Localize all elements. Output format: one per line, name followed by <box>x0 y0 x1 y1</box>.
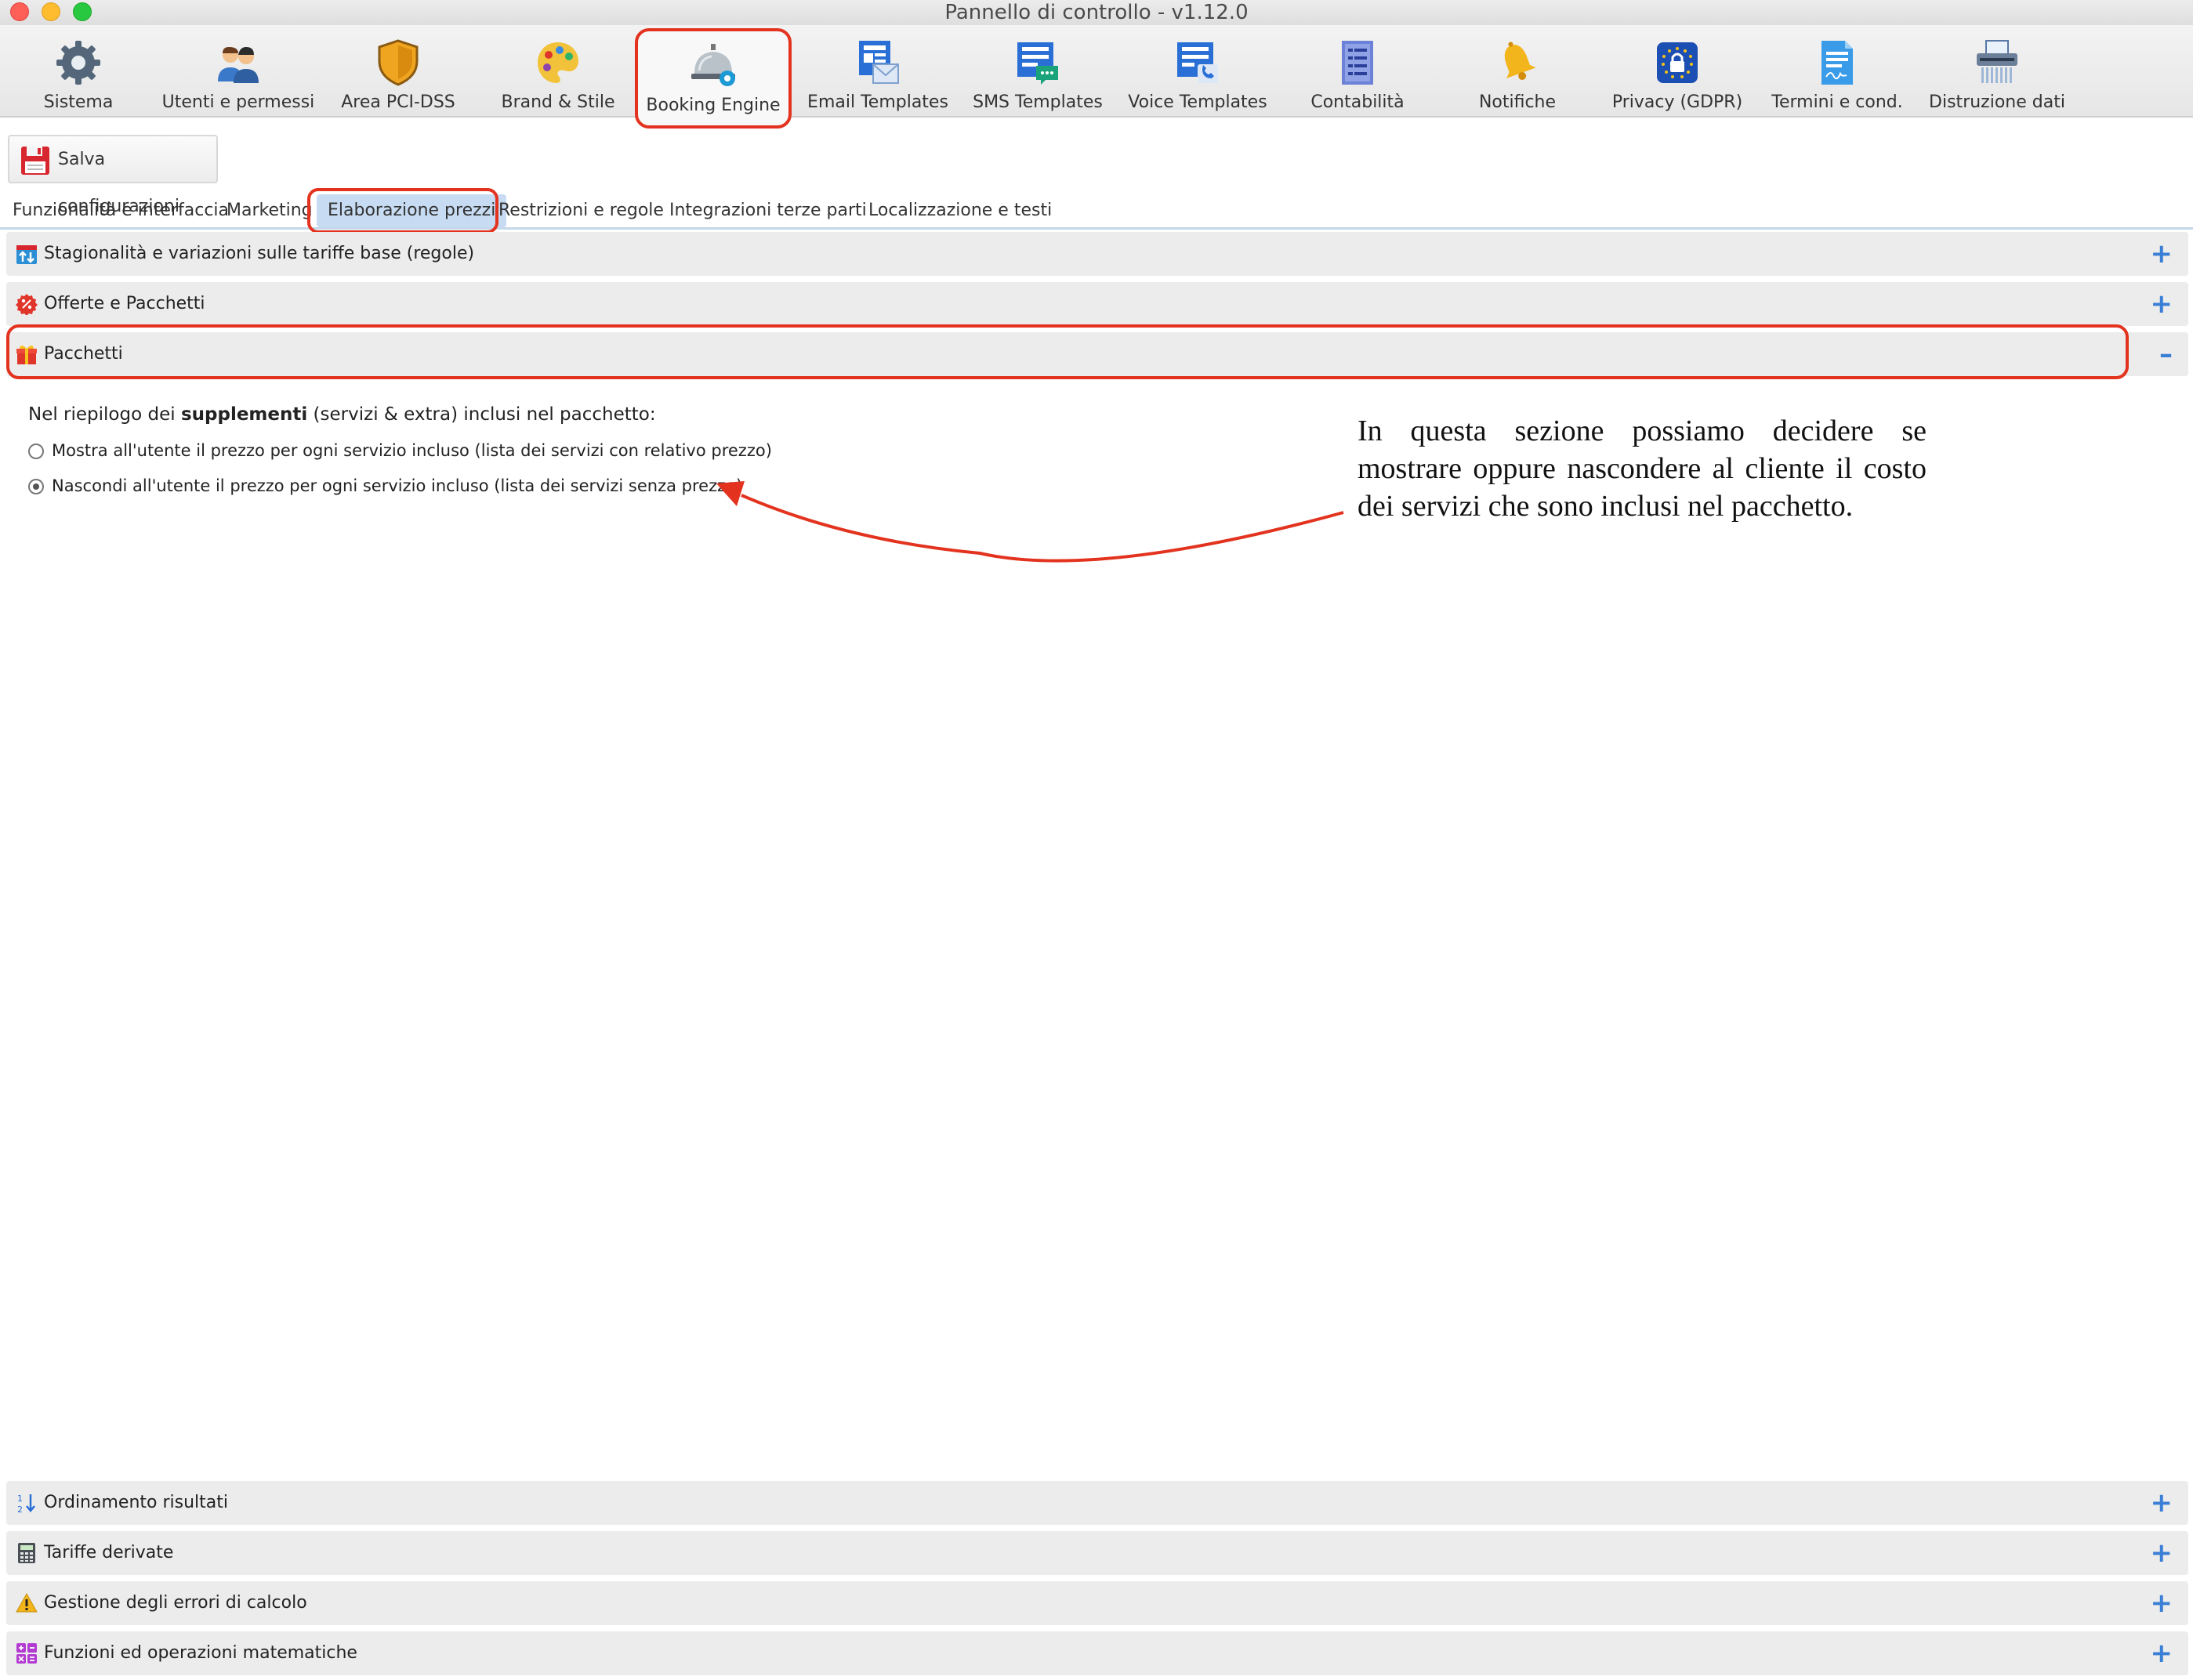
toolbar-item-sistema[interactable]: Sistema <box>0 31 157 113</box>
section-title: Tariffe derivate <box>44 1543 174 1562</box>
toolbar-item-label: Area PCI-DSS <box>341 92 455 112</box>
calendar-arrows-icon <box>16 245 37 264</box>
expand-icon[interactable]: + <box>2151 1481 2173 1525</box>
expand-icon[interactable]: + <box>2151 1631 2173 1675</box>
toolbar-item-voice-templates[interactable]: Voice Templates <box>1119 31 1276 113</box>
floppy-disk-icon <box>21 147 49 175</box>
ledger-icon <box>1342 41 1373 85</box>
radio-hide-price[interactable] <box>28 479 44 494</box>
toolbar-item-label: Distruzione dati <box>1929 92 2065 112</box>
expand-icon[interactable]: + <box>2151 282 2173 326</box>
option-hide-price[interactable]: Nascondi all'utente il prezzo per ogni s… <box>28 474 742 498</box>
annotation-note: In questa sezione possiamo decidere se m… <box>1357 415 1927 523</box>
section-tariffe-derivate[interactable]: Tariffe derivate + <box>6 1531 2188 1575</box>
toolbar-item-label: Brand & Stile <box>501 92 615 112</box>
toolbar-item-label: Contabilità <box>1310 92 1405 112</box>
collapse-icon[interactable]: – <box>2159 332 2173 376</box>
shield-icon <box>378 39 419 86</box>
option-label: Nascondi all'utente il prezzo per ogni s… <box>52 476 743 495</box>
reception-bell-icon <box>691 44 735 86</box>
users-icon <box>218 47 259 83</box>
section-title: Ordinamento risultati <box>44 1493 228 1512</box>
toolbar-item-termini[interactable]: Termini e cond. <box>1759 31 1916 113</box>
shredder-icon <box>1977 40 2017 83</box>
section-title: Funzioni ed operazioni matematiche <box>44 1643 357 1663</box>
section-offerte-pacchetti[interactable]: Offerte e Pacchetti + <box>6 282 2188 326</box>
sms-template-icon <box>1017 42 1058 85</box>
tab-localizzazione[interactable]: Localizzazione e testi <box>868 194 1052 227</box>
section-errori-calcolo[interactable]: Gestione degli errori di calcolo + <box>6 1581 2188 1625</box>
radio-show-price[interactable] <box>28 444 44 459</box>
toolbar-item-label: Sistema <box>43 92 114 112</box>
toolbar-item-label: SMS Templates <box>973 92 1103 112</box>
toolbar-item-label: Booking Engine <box>646 96 781 115</box>
toolbar-item-utenti[interactable]: Utenti e permessi <box>160 31 317 113</box>
toolbar-item-label: Voice Templates <box>1128 92 1267 112</box>
window-title: Pannello di controllo - v1.12.0 <box>944 1 1249 24</box>
save-configurations-button[interactable]: Salva configurazioni <box>8 135 218 216</box>
toolbar-item-privacy[interactable]: Privacy (GDPR) <box>1599 31 1756 113</box>
toolbar-item-label: Notifiche <box>1478 92 1557 112</box>
title-bar: Pannello di controllo - v1.12.0 <box>0 0 2193 25</box>
toolbar-item-email-templates[interactable]: Email Templates <box>799 31 956 113</box>
toolbar-item-label: Termini e cond. <box>1771 92 1903 112</box>
expand-icon[interactable]: + <box>2151 1581 2173 1625</box>
tab-funzionalita[interactable]: Funzionalità e interfaccia <box>13 194 229 227</box>
intro-text-end: (servizi & extra) inclusi nel pacchetto: <box>307 404 656 425</box>
math-operations-icon <box>16 1643 37 1664</box>
bell-icon <box>1504 42 1536 80</box>
toolbar-item-booking-engine[interactable]: Booking Engine <box>635 28 792 129</box>
toolbar-item-brand[interactable]: Brand & Stile <box>480 31 636 113</box>
highlight-ring-section <box>6 324 2129 379</box>
supplements-intro: Nel riepilogo dei supplementi (servizi &… <box>28 404 656 425</box>
main-toolbar: Sistema Utenti e permessi Area PCI-DSS B… <box>0 25 2193 129</box>
highlight-ring-tab <box>307 188 498 234</box>
tab-restrizioni[interactable]: Restrizioni e regole <box>498 194 664 227</box>
contract-icon <box>1821 41 1853 85</box>
expand-icon[interactable]: + <box>2151 1531 2173 1575</box>
warning-icon <box>16 1592 38 1613</box>
expand-icon[interactable]: + <box>2151 232 2173 276</box>
palette-icon <box>538 42 578 83</box>
toolbar-item-label: Email Templates <box>807 92 948 112</box>
option-show-price[interactable]: Mostra all'utente il prezzo per ogni ser… <box>28 439 772 462</box>
section-ordinamento[interactable]: 1 2 Ordinamento risultati + <box>6 1481 2188 1525</box>
intro-text: Nel riepilogo dei <box>28 404 181 425</box>
tab-marketing[interactable]: Marketing <box>227 194 313 227</box>
sort-numeric-icon: 1 2 <box>17 1494 35 1514</box>
section-funzioni-matematiche[interactable]: Funzioni ed operazioni matematiche + <box>6 1631 2188 1675</box>
gear-icon <box>56 41 100 85</box>
option-label: Mostra all'utente il prezzo per ogni ser… <box>52 441 772 460</box>
section-stagionalita[interactable]: Stagionalità e variazioni sulle tariffe … <box>6 232 2188 276</box>
toolbar-item-contabilita[interactable]: Contabilità <box>1279 31 1436 113</box>
voice-template-icon <box>1177 42 1218 83</box>
intro-bold: supplementi <box>180 404 308 425</box>
svg-text:2: 2 <box>17 1504 23 1514</box>
toolbar-item-label: Privacy (GDPR) <box>1611 92 1743 112</box>
toolbar-item-pci-dss[interactable]: Area PCI-DSS <box>320 31 477 113</box>
toolbar-item-label: Utenti e permessi <box>161 92 315 112</box>
section-title: Offerte e Pacchetti <box>44 294 205 313</box>
toolbar-item-notifiche[interactable]: Notifiche <box>1439 31 1596 113</box>
toolbar-item-distruzione[interactable]: Distruzione dati <box>1919 31 2075 113</box>
section-title: Gestione degli errori di calcolo <box>44 1593 307 1613</box>
tab-integrazioni[interactable]: Integrazioni terze parti <box>669 194 867 227</box>
svg-text:1: 1 <box>17 1494 23 1504</box>
privacy-lock-icon <box>1657 42 1698 83</box>
toolbar-item-sms-templates[interactable]: SMS Templates <box>959 31 1116 113</box>
discount-badge-icon <box>16 294 38 315</box>
email-template-icon <box>859 41 899 84</box>
section-title: Stagionalità e variazioni sulle tariffe … <box>44 244 475 263</box>
calculator-icon <box>18 1543 35 1563</box>
